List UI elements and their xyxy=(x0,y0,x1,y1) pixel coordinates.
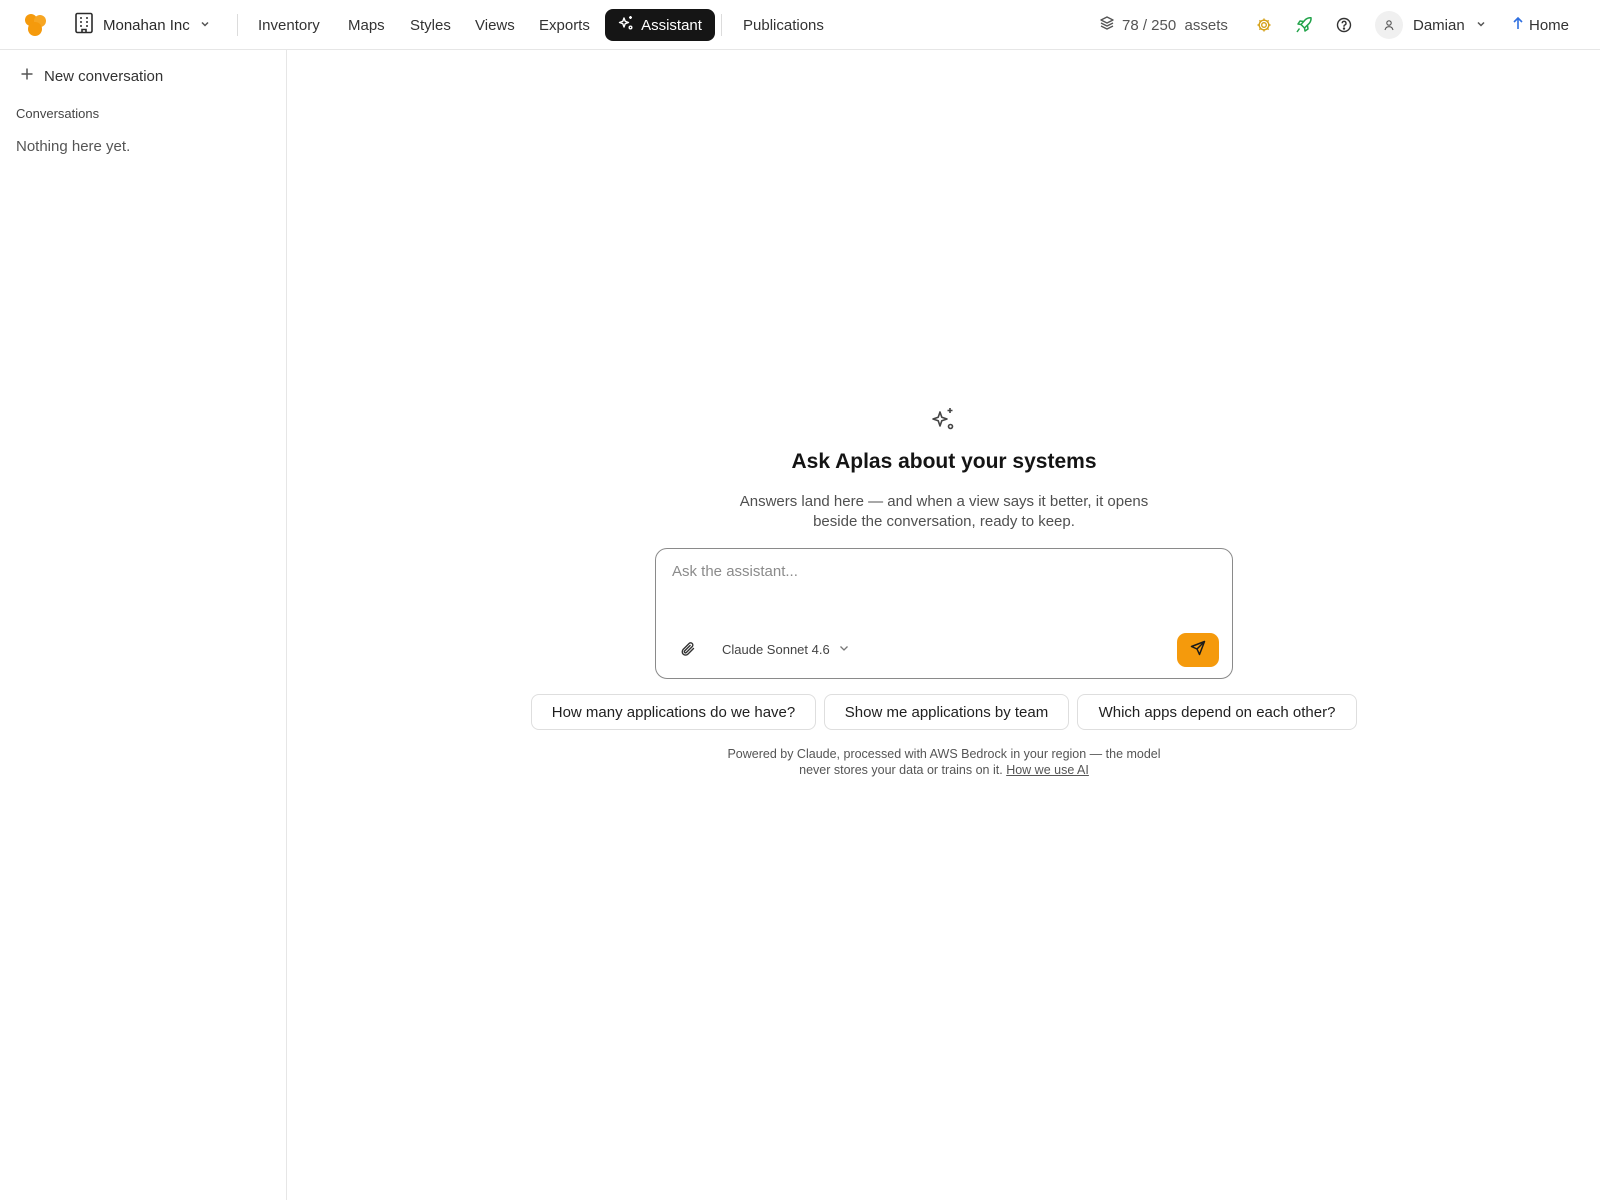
conversations-empty-text: Nothing here yet. xyxy=(16,138,131,155)
paperclip-icon[interactable] xyxy=(678,639,698,659)
nav-divider xyxy=(721,14,722,36)
nav-views[interactable]: Views xyxy=(475,10,515,40)
user-name: Damian xyxy=(1413,16,1465,34)
arrow-up-icon xyxy=(1512,16,1524,34)
nav-inventory[interactable]: Inventory xyxy=(258,10,320,40)
model-selector[interactable]: Claude Sonnet 4.6 xyxy=(722,639,850,659)
sparkle-icon xyxy=(930,406,956,432)
suggestion-chip[interactable]: Show me applications by team xyxy=(824,694,1069,730)
sparkle-icon xyxy=(618,15,634,35)
user-icon xyxy=(1375,11,1403,39)
suggestion-chip[interactable]: How many applications do we have? xyxy=(531,694,816,730)
top-bar: Monahan Inc Inventory Maps Styles Views … xyxy=(0,0,1600,50)
assets-text: 78 / 250 assets xyxy=(1122,16,1228,34)
nav-assistant-label: Assistant xyxy=(641,16,702,34)
nav-maps[interactable]: Maps xyxy=(348,10,385,40)
home-label: Home xyxy=(1529,16,1570,34)
ai-disclaimer-text: Powered by Claude, processed with AWS Be… xyxy=(727,747,1161,777)
page-subtitle: Answers land here — and when a view says… xyxy=(739,493,1149,530)
how-we-use-ai-link[interactable]: How we use AI xyxy=(1006,763,1089,777)
nav-exports[interactable]: Exports xyxy=(539,10,590,40)
nav-styles[interactable]: Styles xyxy=(410,10,451,40)
new-conversation-label: New conversation xyxy=(44,67,164,85)
ai-disclaimer: Powered by Claude, processed with AWS Be… xyxy=(720,746,1168,778)
composer: Claude Sonnet 4.6 xyxy=(655,548,1233,679)
user-menu[interactable]: Damian xyxy=(1375,10,1487,40)
send-icon xyxy=(1190,640,1206,661)
conversations-sidebar: New conversation Conversations Nothing h… xyxy=(0,50,287,1200)
gear-icon[interactable] xyxy=(1251,12,1277,38)
chevron-down-icon xyxy=(838,642,850,657)
rocket-icon[interactable] xyxy=(1291,12,1317,38)
org-name: Monahan Inc xyxy=(103,16,190,34)
org-switcher[interactable]: Monahan Inc xyxy=(74,10,211,40)
plus-icon xyxy=(20,67,34,85)
home-link[interactable]: Home xyxy=(1512,10,1569,40)
chevron-down-icon xyxy=(199,17,211,34)
logo-icon[interactable] xyxy=(22,12,50,38)
building-icon xyxy=(74,12,94,38)
page-title: Ask Aplas about your systems xyxy=(791,450,1097,473)
nav-divider xyxy=(237,14,238,36)
conversations-heading: Conversations xyxy=(16,106,100,121)
layers-icon xyxy=(1099,15,1115,35)
model-label: Claude Sonnet 4.6 xyxy=(722,641,830,657)
assistant-input[interactable] xyxy=(672,563,1216,613)
suggestion-chip[interactable]: Which apps depend on each other? xyxy=(1077,694,1357,730)
send-button[interactable] xyxy=(1177,633,1219,667)
nav-assistant[interactable]: Assistant xyxy=(605,9,715,41)
help-icon[interactable] xyxy=(1331,12,1357,38)
chevron-down-icon xyxy=(1475,17,1487,34)
assets-counter: 78 / 250 assets xyxy=(1099,10,1228,40)
new-conversation-button[interactable]: New conversation xyxy=(20,64,163,88)
nav-publications[interactable]: Publications xyxy=(743,10,824,40)
